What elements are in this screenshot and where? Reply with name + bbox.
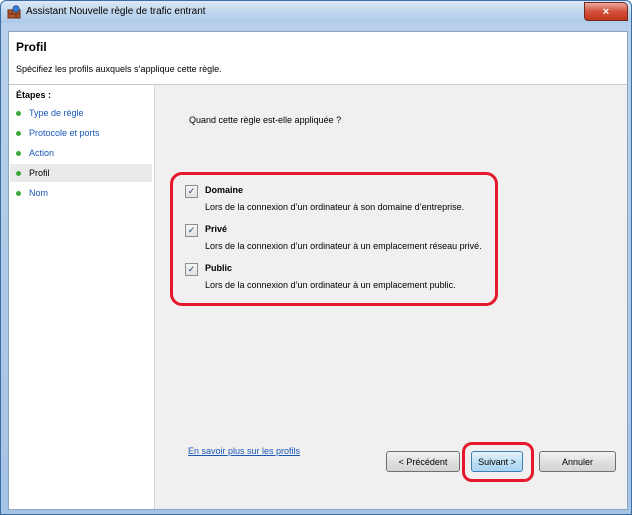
step-status-dot-icon [16,170,21,176]
domaine-checkbox[interactable]: ✓ [185,185,198,198]
step-label: Type de règle [29,108,84,118]
step-type-de-regle[interactable]: Type de règle [10,104,152,122]
option-name[interactable]: Public [205,263,232,273]
public-checkbox[interactable]: ✓ [185,263,198,276]
wizard-header: Profil Spécifiez les profils auxquels s’… [9,32,627,85]
page-subtitle: Spécifiez les profils auxquels s’appliqu… [16,64,222,74]
option-name[interactable]: Privé [205,224,227,234]
checkmark-icon: ✓ [187,225,196,235]
profile-question: Quand cette règle est-elle appliquée ? [189,115,342,125]
steps-title: Étapes : [16,90,52,100]
step-action[interactable]: Action [10,144,152,162]
close-button[interactable]: × [584,2,628,21]
prive-checkbox[interactable]: ✓ [185,224,198,237]
checkmark-icon: ✓ [187,186,196,196]
step-label: Protocole et ports [29,128,100,138]
step-profil[interactable]: Profil [10,164,152,182]
wizard-window: Assistant Nouvelle règle de trafic entra… [0,0,632,515]
option-description: Lors de la connexion d’un ordinateur à s… [205,202,465,212]
step-label: Profil [29,168,50,178]
step-nom[interactable]: Nom [10,184,152,202]
option-description: Lors de la connexion d’un ordinateur à u… [205,241,482,251]
step-status-dot-icon [16,130,21,136]
step-status-dot-icon [16,150,21,156]
step-label: Action [29,148,55,158]
previous-button[interactable]: < Précédent [386,451,460,472]
wizard-client-area: Profil Spécifiez les profils auxquels s’… [8,31,628,510]
step-status-dot-icon [16,110,21,116]
option-name[interactable]: Domaine [205,185,243,195]
next-button-highlight-annotation [462,442,534,482]
close-icon: × [602,5,610,18]
page-title: Profil [16,40,47,54]
option-description: Lors de la connexion d’un ordinateur à u… [205,280,456,290]
learn-more-link[interactable]: En savoir plus sur les profils [188,446,300,456]
step-status-dot-icon [16,190,21,196]
firewall-shield-icon [7,5,21,19]
wizard-main-panel: Quand cette règle est-elle appliquée ? ✓… [155,85,627,509]
step-label: Nom [29,188,49,198]
cancel-button[interactable]: Annuler [539,451,616,472]
steps-sidebar: Étapes : Type de règle Protocole et port… [9,85,155,509]
checkmark-icon: ✓ [187,264,196,274]
title-bar[interactable]: Assistant Nouvelle règle de trafic entra… [1,1,631,23]
step-protocole-et-ports[interactable]: Protocole et ports [10,124,152,142]
window-title: Assistant Nouvelle règle de trafic entra… [26,6,206,17]
